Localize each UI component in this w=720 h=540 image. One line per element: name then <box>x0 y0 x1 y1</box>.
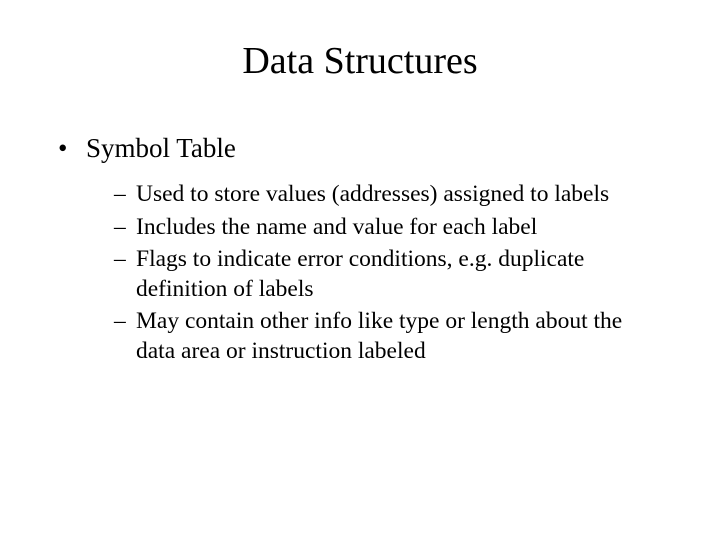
list-item: May contain other info like type or leng… <box>114 306 664 366</box>
list-item: Includes the name and value for each lab… <box>114 212 664 242</box>
sub-bullet-text: Flags to indicate error conditions, e.g.… <box>136 246 584 302</box>
sub-bullet-text: May contain other info like type or leng… <box>136 308 622 364</box>
list-item: Used to store values (addresses) assigne… <box>114 179 664 209</box>
sub-bullet-list: Used to store values (addresses) assigne… <box>86 179 664 365</box>
bullet-list: Symbol Table Used to store values (addre… <box>56 132 664 366</box>
slide-title: Data Structures <box>56 40 664 84</box>
list-item: Symbol Table Used to store values (addre… <box>56 132 664 366</box>
list-item: Flags to indicate error conditions, e.g.… <box>114 244 664 304</box>
bullet-text: Symbol Table <box>86 133 236 163</box>
slide: Data Structures Symbol Table Used to sto… <box>0 0 720 540</box>
sub-bullet-text: Includes the name and value for each lab… <box>136 214 537 240</box>
sub-bullet-text: Used to store values (addresses) assigne… <box>136 181 609 207</box>
